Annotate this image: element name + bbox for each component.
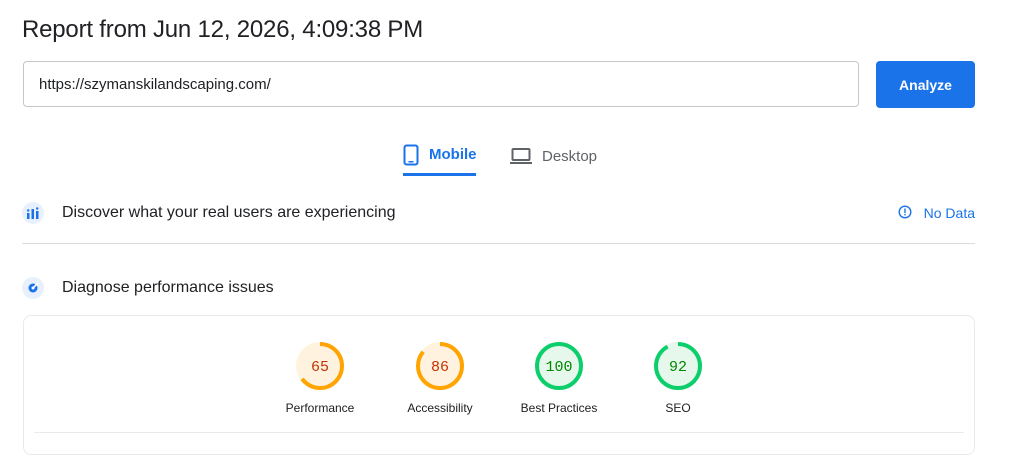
info-icon [898, 204, 912, 222]
url-input[interactable] [23, 61, 859, 107]
tab-desktop-label: Desktop [542, 147, 598, 165]
tab-desktop[interactable]: Desktop [510, 136, 597, 176]
score-gauge-seo[interactable]: 92 SEO [623, 341, 733, 415]
score-label: SEO [665, 401, 691, 415]
users-chart-icon [22, 202, 44, 224]
tab-mobile[interactable]: Mobile [403, 136, 477, 176]
device-tabs: Mobile Desktop [0, 136, 1024, 176]
page-title: Report from Jun 12, 2026, 4:09:38 PM [22, 16, 424, 43]
score-gauge-accessibility[interactable]: 86 Accessibility [385, 341, 495, 415]
scores-panel: 65 Performance 86 Accessibility 100 Best… [23, 315, 975, 455]
diagnose-title: Diagnose performance issues [62, 279, 274, 296]
lab-flask-icon [22, 277, 44, 299]
score-gauge-performance[interactable]: 65 Performance [265, 341, 375, 415]
score-value: 86 [431, 359, 449, 376]
laptop-icon [510, 147, 532, 165]
no-data-link[interactable]: No Data [898, 204, 975, 222]
section-divider [22, 243, 975, 244]
real-users-title: Discover what your real users are experi… [62, 204, 396, 221]
diagnose-section: Diagnose performance issues [22, 274, 975, 302]
analyze-button[interactable]: Analyze [876, 61, 975, 108]
score-label: Performance [285, 401, 355, 415]
score-value: 92 [669, 359, 687, 376]
tab-mobile-label: Mobile [429, 146, 477, 163]
panel-divider [34, 432, 964, 433]
score-value: 65 [311, 359, 329, 376]
smartphone-icon [403, 144, 419, 166]
score-gauge-best-practices[interactable]: 100 Best Practices [504, 341, 614, 415]
score-label: Best Practices [520, 401, 598, 415]
real-users-section: Discover what your real users are experi… [22, 199, 975, 227]
score-value: 100 [545, 359, 572, 376]
no-data-label: No Data [923, 205, 975, 221]
score-label: Accessibility [407, 401, 473, 415]
